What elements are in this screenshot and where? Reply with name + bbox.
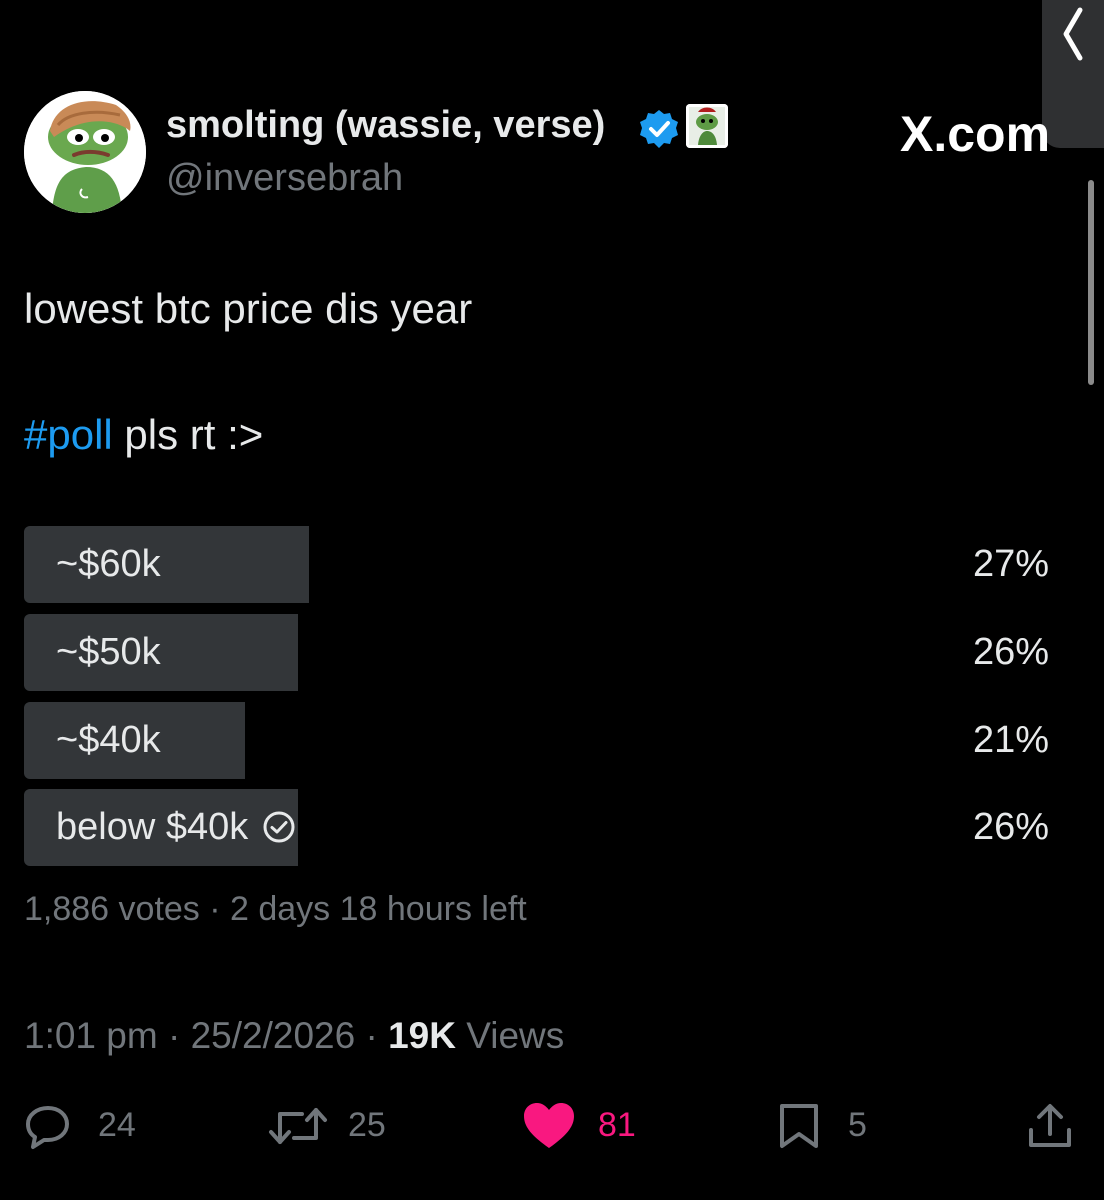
reply-count: 24 [98, 1106, 136, 1144]
poll-option-label: ~$50k [56, 631, 161, 673]
poll-option[interactable]: ~$50k 26% [24, 614, 1054, 691]
like-button[interactable]: 81 [522, 1100, 662, 1150]
tweet-text-line-2: #poll pls rt :> [24, 408, 263, 462]
views-count: 19K [388, 1015, 456, 1056]
poll-option-label: below $40k [56, 789, 296, 866]
check-circle-icon [263, 811, 295, 843]
share-icon [1029, 1104, 1071, 1147]
views-label: Views [455, 1015, 565, 1056]
tweet-timestamp[interactable]: 1:01 pm · 25/2/2026 · 19K Views [24, 1012, 564, 1060]
poll-option-label-text: below $40k [56, 806, 249, 848]
bookmark-count: 5 [848, 1106, 867, 1144]
poll-option-percent: 26% [972, 806, 1049, 848]
heart-filled-icon [524, 1103, 574, 1148]
timestamp-date: 1:01 pm · 25/2/2026 · [24, 1015, 389, 1056]
repost-count: 25 [348, 1106, 386, 1144]
chevron-left-icon[interactable] [1058, 6, 1088, 62]
poll-option[interactable]: ~$60k 27% [24, 526, 1054, 603]
poll-option-label: ~$60k [56, 543, 161, 585]
poll-option-percent: 27% [972, 543, 1049, 585]
reply-icon [26, 1106, 69, 1149]
poll-option-label: ~$40k [56, 719, 161, 761]
avatar-image [24, 91, 146, 213]
repost-icon [269, 1108, 327, 1144]
tweet-text-line-1: lowest btc price dis year [24, 285, 473, 332]
bookmark-icon [780, 1104, 818, 1148]
author-display-name[interactable]: smolting (wassie, verse) [166, 100, 605, 150]
author-handle[interactable]: @inversebrah [166, 154, 403, 202]
poll-option-selected[interactable]: below $40k 26% [24, 789, 1054, 866]
poll-option[interactable]: ~$40k 21% [24, 702, 1054, 779]
x-com-watermark: X.com [900, 106, 1051, 162]
bookmark-button[interactable]: 5 [776, 1100, 896, 1150]
hashtag-link[interactable]: #poll [24, 411, 113, 458]
poll-option-percent: 26% [972, 631, 1049, 673]
poll-meta: 1,886 votes · 2 days 18 hours left [24, 890, 527, 928]
poll-option-percent: 21% [972, 719, 1049, 761]
avatar[interactable] [24, 91, 146, 213]
share-button[interactable] [1026, 1100, 1076, 1150]
scrollbar-thumb[interactable] [1088, 180, 1094, 385]
repost-button[interactable]: 25 [268, 1100, 408, 1150]
reply-button[interactable]: 24 [24, 1100, 164, 1150]
affiliate-badge-icon[interactable] [686, 104, 728, 148]
like-count: 81 [598, 1106, 636, 1144]
tweet-text-line-2-rest: pls rt :> [112, 411, 264, 458]
verified-badge-icon[interactable] [638, 108, 680, 150]
